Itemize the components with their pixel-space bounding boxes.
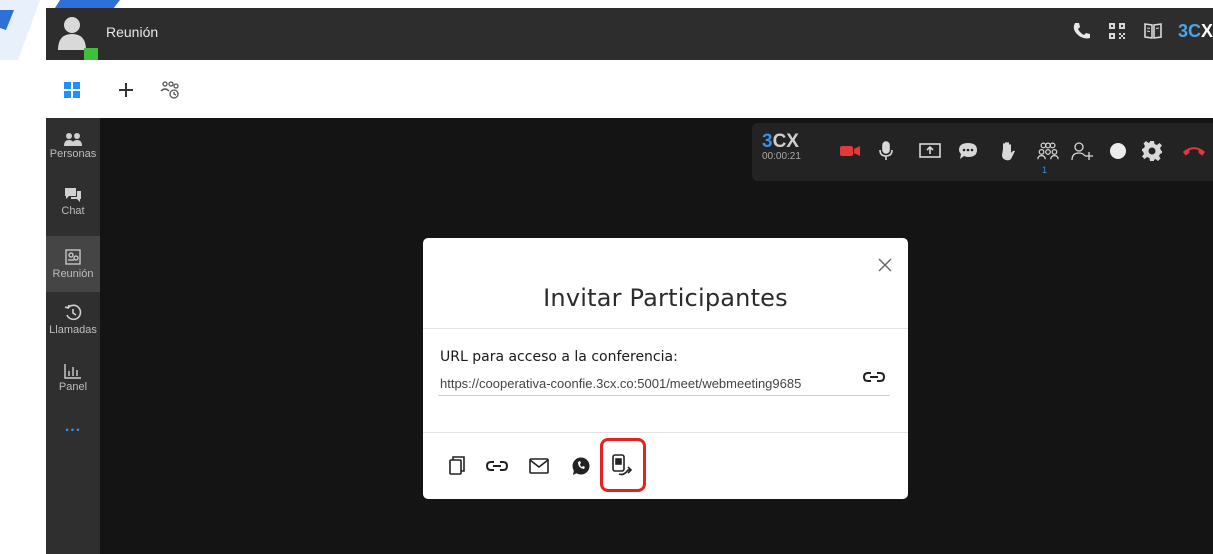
whatsapp-icon[interactable] [569,453,593,479]
presence-indicator [84,48,98,60]
close-icon[interactable] [874,254,896,276]
url-label: URL para acceso a la conferencia: [440,349,678,365]
more-options-button[interactable]: ... [46,418,100,436]
brand-logo: 3CX [1178,21,1213,42]
add-participant-icon[interactable] [1070,139,1094,163]
microphone-icon[interactable] [874,139,898,163]
meeting-timer: 00:00:21 [762,151,801,162]
sidebar-item-chat[interactable]: Chat [46,174,100,230]
meeting-brand: 3CX 00:00:21 [762,131,801,162]
window-title: Reunión [106,24,159,40]
book-icon[interactable] [1142,20,1164,42]
divider [423,328,908,329]
plus-icon[interactable] [114,78,138,102]
meeting-controls-bar: 3CX 00:00:21 1 [752,123,1213,181]
copy-link-icon[interactable] [862,366,886,388]
qr-code-icon[interactable] [1106,20,1128,42]
sidebar: Personas Chat Reunión Llamadas Panel ... [46,118,100,554]
participant-count: 1 [1042,165,1048,175]
meeting-icon [65,249,81,265]
sidebar-item-llamadas[interactable]: Llamadas [46,292,100,348]
settings-icon[interactable] [1140,139,1164,163]
sidebar-item-personas[interactable]: Personas [46,118,100,174]
dialog-title: Invitar Participantes [543,284,788,312]
sidebar-label-personas: Personas [49,148,97,160]
email-icon[interactable] [527,453,551,479]
divider [423,432,908,433]
link-icon[interactable] [485,453,509,479]
sidebar-label-panel: Panel [58,381,88,393]
meeting-area: 3CX 00:00:21 1 Invitar Participantes URL… [100,118,1213,554]
highlight-marker [600,438,646,492]
chat-bubble-icon[interactable] [956,139,980,163]
phone-icon[interactable] [1070,20,1092,42]
hangup-icon[interactable] [1182,139,1206,163]
people-icon [64,133,82,146]
copy-icon[interactable] [445,453,469,479]
title-bar: Reunión 3CX [46,8,1213,60]
share-screen-icon[interactable] [918,139,942,163]
sidebar-label-chat: Chat [61,205,85,217]
meeting-url-field[interactable]: https://cooperativa-coonfie.3cx.co:5001/… [438,372,890,396]
invite-participants-dialog: Invitar Participantes URL para acceso a … [423,238,908,499]
sidebar-label-reunion: Reunión [52,268,94,280]
camera-off-icon[interactable] [838,139,862,163]
title-icons: 3CX [1070,20,1213,42]
sidebar-item-panel[interactable]: Panel [46,350,100,406]
history-icon [64,304,82,321]
brand-suffix: X [1200,20,1213,41]
meeting-brand-prefix: 3 [762,131,773,152]
sidebar-label-llamadas: Llamadas [49,324,97,336]
meeting-brand-suffix: CX [772,131,799,152]
chart-icon [64,364,81,379]
raise-hand-icon[interactable] [996,139,1020,163]
participants-icon[interactable] [1036,139,1060,163]
windows-logo-icon[interactable] [60,78,84,102]
record-icon[interactable] [1106,139,1130,163]
user-avatar[interactable] [58,16,86,50]
sidebar-item-reunion[interactable]: Reunión [46,236,100,292]
app-window: Reunión 3CX Personas Chat Reunión Llamad… [0,0,1213,554]
brand-prefix: 3C [1177,20,1201,41]
schedule-meeting-icon[interactable] [158,78,182,102]
chat-icon [65,188,81,202]
action-toolbar [46,60,1213,118]
